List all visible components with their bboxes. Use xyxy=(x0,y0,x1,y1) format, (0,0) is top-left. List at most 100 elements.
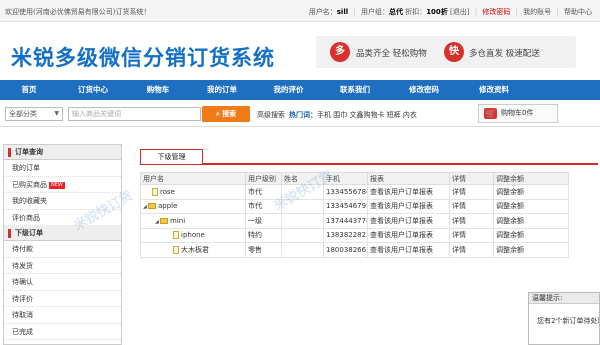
sidebar-item-favorites[interactable]: 我的收藏夹 xyxy=(4,193,121,210)
adjust-balance-link[interactable]: 调整余额 xyxy=(493,242,569,258)
cell-level: 市代 xyxy=(245,198,282,214)
table-row: ◢mini 一级 13744437785 查看该用户订单报表 详情 调整余额 xyxy=(140,213,569,229)
sidebar-section-sub-orders: 下级订单 xyxy=(4,226,121,241)
sidebar-item-unpaid[interactable]: 待付款 xyxy=(4,241,121,258)
nav-change-password[interactable]: 修改密码 xyxy=(389,80,459,100)
adjust-balance-link[interactable]: 调整余额 xyxy=(493,213,569,229)
detail-link[interactable]: 详情 xyxy=(449,184,494,200)
sidebar-item-unconfirmed[interactable]: 待确认 xyxy=(4,274,121,291)
hot-words-label: 热门词： xyxy=(289,111,317,119)
user-group-label: 用户组： xyxy=(360,8,389,16)
cart-button[interactable]: 🛒 购物车0件 xyxy=(478,104,558,123)
adjust-balance-link[interactable]: 调整余额 xyxy=(493,227,569,243)
cell-username: 大木板君 xyxy=(140,242,246,258)
cell-level: 特约 xyxy=(245,227,282,243)
file-icon xyxy=(173,245,179,254)
cart-icon: 🛒 xyxy=(484,108,497,119)
cell-realname xyxy=(281,184,324,200)
logout-link[interactable]: [退出] xyxy=(450,8,469,16)
col-report: 报表 xyxy=(367,172,450,185)
cell-phone: 13744437785 xyxy=(323,213,368,229)
sidebar-item-cancel[interactable]: 待取消 xyxy=(4,307,121,324)
cell-phone: 13345467957 xyxy=(323,198,368,214)
col-adjust: 调整余额 xyxy=(493,172,569,185)
new-badge: NEW xyxy=(49,181,65,189)
report-link[interactable]: 查看该用户订单报表 xyxy=(367,227,450,243)
site-header: 米锐多级微信分销订货系统 多 品类齐全 轻松购物 快 多仓直发 极速配送 xyxy=(0,22,600,80)
my-account-link[interactable]: 我的账号 xyxy=(523,8,551,16)
slogan-text-2: 多仓直发 极速配送 xyxy=(469,49,540,59)
sidebar-item-review[interactable]: 评价商品 xyxy=(4,210,121,226)
search-input[interactable]: 输入商品关键词 xyxy=(68,107,201,121)
username: rose xyxy=(160,187,175,196)
user-group-value: 总代 xyxy=(388,8,403,16)
report-link[interactable]: 查看该用户订单报表 xyxy=(367,213,450,229)
chevron-down-icon: ▼ xyxy=(54,110,59,117)
search-button-label: 搜索 xyxy=(222,110,237,118)
report-link[interactable]: 查看该用户订单报表 xyxy=(367,242,450,258)
detail-link[interactable]: 详情 xyxy=(449,227,494,243)
nav-home[interactable]: 首页 xyxy=(0,80,58,100)
nav-cart[interactable]: 购物车 xyxy=(128,80,188,100)
discount-label: 折扣： xyxy=(405,8,427,16)
tab-sub-management[interactable]: 下级管理 xyxy=(140,149,203,164)
popup-title: 温馨提示: xyxy=(529,293,599,304)
report-link[interactable]: 查看该用户订单报表 xyxy=(367,198,450,214)
adjust-balance-link[interactable]: 调整余额 xyxy=(493,198,569,214)
user-label: 用户名： xyxy=(308,8,337,16)
cell-level: 一级 xyxy=(245,213,282,229)
site-logo[interactable]: 米锐多级微信分销订货系统 xyxy=(11,42,275,72)
hot-words-links[interactable]: 手机 围巾 文鑫购物卡 短裤 内衣 xyxy=(317,110,417,120)
username: iphone xyxy=(181,231,205,240)
search-icon: ⌕ xyxy=(215,110,220,118)
search-button[interactable]: ⌕ 搜索 xyxy=(202,106,250,122)
adjust-balance-link[interactable]: 调整余额 xyxy=(493,184,569,200)
table-row: 大木板君 零售 18003826631 查看该用户订单报表 详情 调整余额 xyxy=(140,242,569,258)
cell-username: rose xyxy=(140,184,246,200)
welcome-text: 欢迎使用(河南必优佛贸易有限公司)订货系统！ xyxy=(5,8,151,16)
detail-link[interactable]: 详情 xyxy=(449,242,494,258)
sidebar-item-label: 已购买商品 xyxy=(12,180,47,189)
discount-value: 100折 xyxy=(426,8,448,16)
table-header-row: 用户名 用户级别 姓名 手机 报表 详情 调整余额 xyxy=(140,172,569,185)
detail-link[interactable]: 详情 xyxy=(449,213,494,229)
cell-realname xyxy=(281,242,324,258)
sidebar-section-order-query: 订单查询 xyxy=(4,145,121,160)
main-nav: 首页 订货中心 购物车 我的订单 我的评价 联系我们 修改密码 修改资料 xyxy=(0,80,600,100)
advanced-search-link[interactable]: 高级搜索 xyxy=(257,110,285,120)
report-link[interactable]: 查看该用户订单报表 xyxy=(367,184,450,200)
sidebar-item-completed[interactable]: 已完成 xyxy=(4,324,121,340)
help-center-link[interactable]: 帮助中心 xyxy=(564,8,592,16)
detail-link[interactable]: 详情 xyxy=(449,198,494,214)
sidebar-item-my-orders[interactable]: 我的订单 xyxy=(4,160,121,177)
notice-popup: 温馨提示: 您有2个新订单待处理 xyxy=(528,292,600,345)
sidebar-item-unshipped[interactable]: 待发货 xyxy=(4,258,121,274)
nav-my-orders[interactable]: 我的订单 xyxy=(188,80,256,100)
cell-level: 零售 xyxy=(245,242,282,258)
header-slogan: 多 品类齐全 轻松购物 快 多仓直发 极速配送 xyxy=(316,36,576,68)
category-value: 全部分类 xyxy=(9,110,37,118)
cell-username: ◢ mini xyxy=(140,213,246,229)
col-realname: 姓名 xyxy=(281,172,324,185)
change-password-link[interactable]: 修改密码 xyxy=(482,8,510,16)
col-username: 用户名 xyxy=(140,172,246,185)
nav-edit-profile[interactable]: 修改资料 xyxy=(459,80,529,100)
cell-phone: 18003826631 xyxy=(323,242,368,258)
col-detail: 详情 xyxy=(449,172,494,185)
badge-kuai-icon: 快 xyxy=(444,42,464,62)
username: mini xyxy=(170,216,186,225)
nav-order-center[interactable]: 订货中心 xyxy=(58,80,128,100)
cell-phone: 13345567843 xyxy=(323,184,368,200)
cell-realname xyxy=(281,213,324,229)
nav-contact[interactable]: 联系我们 xyxy=(321,80,389,100)
cell-phone: 13838228225 xyxy=(323,227,368,243)
cell-username: ◢ apple xyxy=(140,198,246,214)
cell-realname xyxy=(281,227,324,243)
popup-message[interactable]: 您有2个新订单待处理 xyxy=(529,304,599,326)
sidebar-item-purchased[interactable]: 已购买商品 NEW xyxy=(4,177,121,193)
table-row: rose 市代 13345567843 查看该用户订单报表 详情 调整余额 xyxy=(140,184,569,200)
sidebar: 订单查询 我的订单 已购买商品 NEW 我的收藏夹 评价商品 下级订单 待付款 待… xyxy=(3,144,122,345)
category-select[interactable]: 全部分类 ▼ xyxy=(5,107,63,121)
sidebar-item-unreviewed[interactable]: 待评价 xyxy=(4,291,121,307)
nav-my-reviews[interactable]: 我的评价 xyxy=(256,80,321,100)
